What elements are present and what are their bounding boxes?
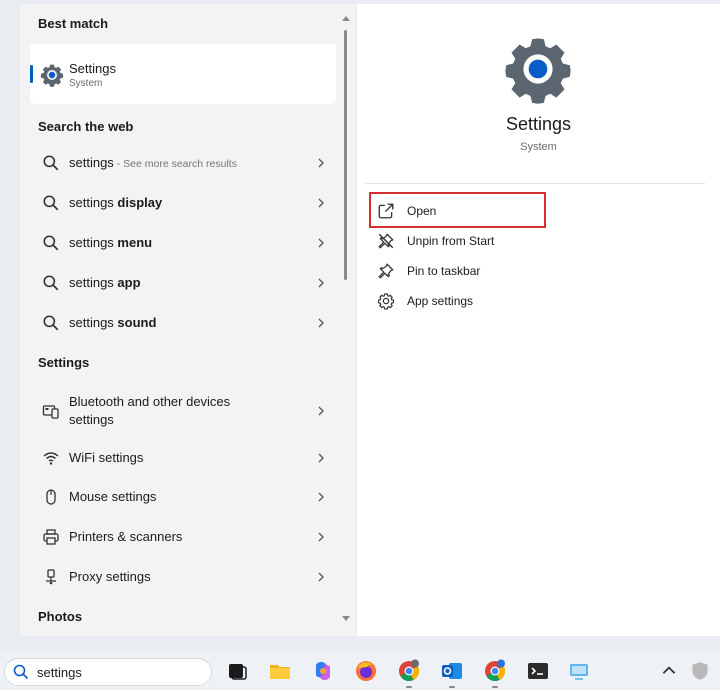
open-external-icon <box>378 203 394 219</box>
wifi-icon <box>43 452 59 465</box>
web-result-label: settings sound <box>69 315 157 330</box>
web-result-label: settings display <box>69 195 163 210</box>
results-scrollbar[interactable] <box>342 16 350 628</box>
settings-result-mouse[interactable]: Mouse settings <box>30 479 336 515</box>
taskbar-search-box[interactable] <box>4 658 212 686</box>
devices-icon <box>42 405 59 419</box>
chevron-right-icon <box>318 492 324 502</box>
chrome-icon[interactable] <box>397 659 421 683</box>
chevron-right-icon <box>318 318 324 328</box>
app-settings-action[interactable]: App settings <box>377 289 473 313</box>
web-result-label: settings - See more search results <box>69 154 237 170</box>
scroll-down-arrow[interactable] <box>342 616 350 621</box>
settings-result-label: Proxy settings <box>69 569 151 584</box>
search-results-panel: Best match Settings System Search the we… <box>20 4 355 636</box>
chevron-right-icon <box>318 532 324 542</box>
gear-icon <box>377 293 395 310</box>
selection-accent <box>30 65 33 83</box>
search-icon <box>43 235 59 251</box>
pin-label: Pin to taskbar <box>407 264 481 278</box>
proxy-icon <box>46 569 56 585</box>
unpin-icon <box>378 233 394 249</box>
chevron-right-icon <box>318 453 324 463</box>
settings-result-printers[interactable]: Printers & scanners <box>30 519 336 555</box>
search-icon <box>43 275 59 291</box>
unpin-label: Unpin from Start <box>407 234 495 248</box>
running-indicator <box>406 686 412 688</box>
web-result-4[interactable]: settings app <box>30 265 336 301</box>
search-icon <box>43 155 59 171</box>
scroll-up-arrow[interactable] <box>342 16 350 21</box>
chevron-right-icon <box>318 406 324 416</box>
web-result-5[interactable]: settings sound <box>30 305 336 341</box>
web-result-2[interactable]: settings display <box>30 185 336 221</box>
divider <box>365 183 705 184</box>
photos-heading: Photos <box>38 609 83 624</box>
settings-app-icon <box>505 38 571 104</box>
pin-icon <box>378 263 394 279</box>
web-result-label: settings menu <box>69 235 153 250</box>
running-indicator <box>492 686 498 688</box>
best-match-type: System <box>69 78 103 89</box>
web-result-label: settings app <box>69 275 141 290</box>
firefox-icon[interactable] <box>354 659 378 683</box>
web-result-1[interactable]: settings - See more search results <box>30 145 336 181</box>
chevron-right-icon <box>318 278 324 288</box>
chevron-right-icon <box>318 572 324 582</box>
settings-result-label: Bluetooth and other devices settings <box>69 394 231 427</box>
taskbar <box>0 650 720 690</box>
best-match-name: Settings <box>69 61 116 76</box>
settings-result-proxy[interactable]: Proxy settings <box>30 559 336 595</box>
file-explorer-icon[interactable] <box>268 659 292 683</box>
open-action[interactable]: Open <box>377 199 436 223</box>
search-icon <box>43 195 59 211</box>
app-type: System <box>520 141 557 153</box>
terminal-icon[interactable] <box>526 659 550 683</box>
settings-result-wifi[interactable]: WiFi settings <box>30 440 336 476</box>
app-settings-label: App settings <box>407 294 474 308</box>
web-result-3[interactable]: settings menu <box>30 225 336 261</box>
scroll-thumb[interactable] <box>344 30 347 280</box>
chevron-right-icon <box>318 158 324 168</box>
unpin-from-start-action[interactable]: Unpin from Start <box>377 229 494 253</box>
settings-result-label: Mouse settings <box>69 489 157 504</box>
copilot-icon[interactable] <box>311 659 335 683</box>
security-shield-icon[interactable] <box>690 661 710 681</box>
app-name: Settings <box>505 114 572 134</box>
settings-result-label: WiFi settings <box>69 450 144 465</box>
gear-icon <box>40 64 64 87</box>
task-view-icon[interactable] <box>225 659 249 683</box>
search-web-heading: Search the web <box>38 119 134 134</box>
best-match-heading: Best match <box>38 16 109 31</box>
chevron-right-icon <box>318 198 324 208</box>
running-indicator <box>449 686 455 688</box>
mouse-icon <box>46 489 56 505</box>
search-icon <box>13 664 29 680</box>
search-icon <box>43 315 59 331</box>
chevron-up-icon[interactable] <box>660 662 678 680</box>
remote-desktop-icon[interactable] <box>567 659 591 683</box>
pin-to-taskbar-action[interactable]: Pin to taskbar <box>377 259 480 283</box>
chrome-profile-icon[interactable] <box>483 659 507 683</box>
settings-heading: Settings <box>38 355 90 370</box>
printer-icon <box>43 529 59 545</box>
settings-result-bluetooth[interactable]: Bluetooth and other devices settings <box>30 389 336 433</box>
open-label: Open <box>407 204 437 218</box>
chevron-right-icon <box>318 238 324 248</box>
best-match-settings[interactable]: Settings System <box>30 44 336 104</box>
outlook-icon[interactable] <box>440 659 464 683</box>
app-detail-panel: Settings System Open Unpin from Start Pi… <box>357 4 720 636</box>
search-input[interactable] <box>37 663 197 681</box>
settings-result-label: Printers & scanners <box>69 529 183 544</box>
